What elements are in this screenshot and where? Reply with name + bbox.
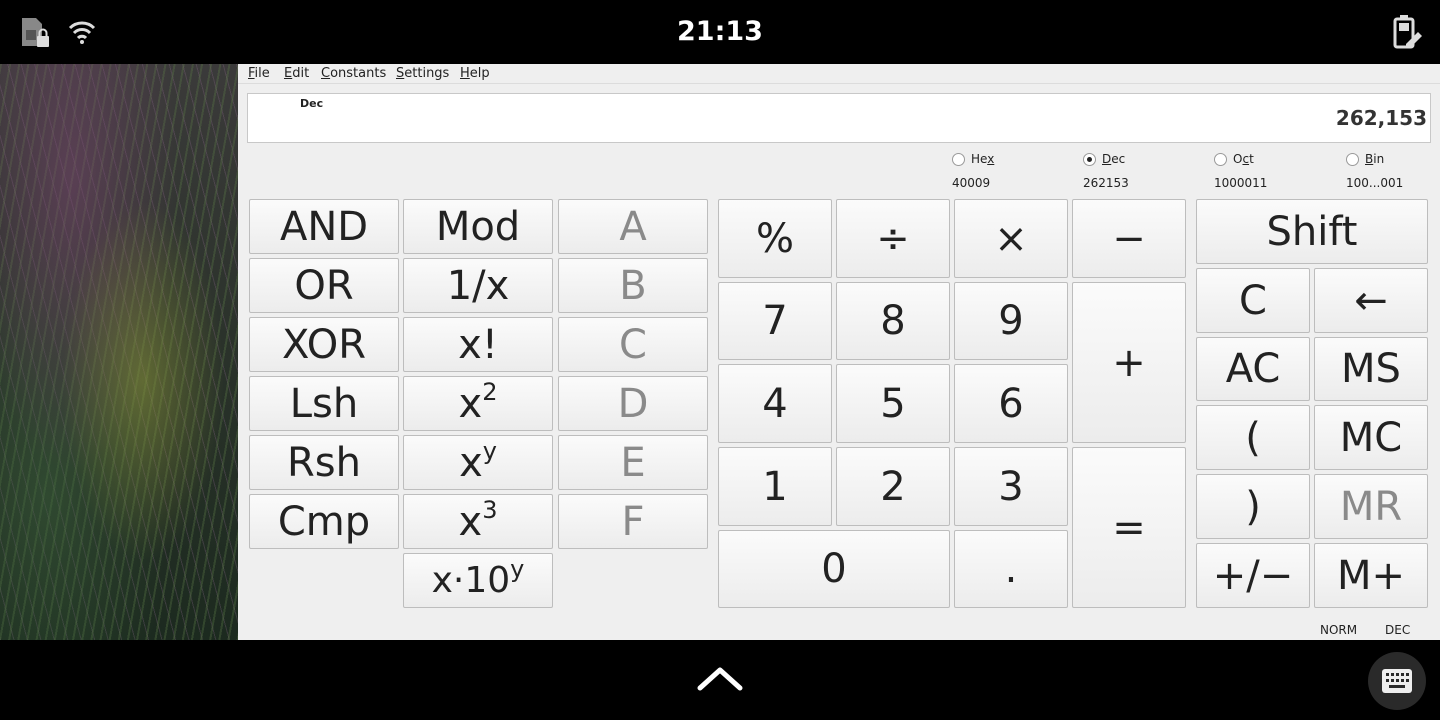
digit-9-button[interactable]: 9 bbox=[954, 282, 1068, 360]
hex-f-button[interactable]: F bbox=[558, 494, 708, 549]
lsh-button[interactable]: Lsh bbox=[249, 376, 399, 431]
all-clear-button[interactable]: AC bbox=[1196, 337, 1310, 401]
status-base-mode: DEC bbox=[1385, 623, 1411, 637]
multiply-button[interactable]: × bbox=[954, 199, 1068, 278]
display-mode-label: Dec bbox=[300, 97, 324, 110]
oct-value: 1000011 bbox=[1214, 176, 1268, 190]
memory-clear-button[interactable]: MC bbox=[1314, 405, 1428, 470]
wallpaper bbox=[0, 64, 238, 640]
open-paren-button[interactable]: ( bbox=[1196, 405, 1310, 470]
square-button[interactable]: x2 bbox=[403, 376, 553, 431]
minus-button[interactable]: − bbox=[1072, 199, 1186, 278]
menubar: File Edit Constants Settings Help bbox=[238, 64, 1440, 84]
calculator-window: File Edit Constants Settings Help Dec 26… bbox=[238, 64, 1440, 640]
digit-6-button[interactable]: 6 bbox=[954, 364, 1068, 443]
memory-recall-button[interactable]: MR bbox=[1314, 474, 1428, 539]
radio-hex[interactable] bbox=[952, 152, 965, 166]
decimal-point-button[interactable]: . bbox=[954, 530, 1068, 608]
menu-help[interactable]: Help bbox=[460, 66, 490, 81]
status-bar: 21:13 bbox=[0, 0, 1440, 64]
xor-button[interactable]: XOR bbox=[249, 317, 399, 372]
scientific-notation-button[interactable]: x·10 y bbox=[403, 553, 553, 608]
radio-dec-label: Dec bbox=[1102, 152, 1126, 166]
radio-bin-label: Bin bbox=[1365, 152, 1385, 166]
menu-edit[interactable]: Edit bbox=[284, 66, 309, 81]
digit-3-button[interactable]: 3 bbox=[954, 447, 1068, 526]
rsh-button[interactable]: Rsh bbox=[249, 435, 399, 490]
base-hex[interactable]: Hex 40009 bbox=[952, 152, 994, 190]
equals-button[interactable]: = bbox=[1072, 447, 1186, 608]
radio-oct-label: Oct bbox=[1233, 152, 1254, 166]
clear-button[interactable]: C bbox=[1196, 268, 1310, 333]
and-button[interactable]: AND bbox=[249, 199, 399, 254]
chevron-up-icon[interactable] bbox=[696, 664, 744, 692]
status-angle-mode: NORM bbox=[1320, 623, 1358, 637]
hex-e-button[interactable]: E bbox=[558, 435, 708, 490]
hex-b-button[interactable]: B bbox=[558, 258, 708, 313]
cube-button[interactable]: x3 bbox=[403, 494, 553, 549]
percent-button[interactable]: % bbox=[718, 199, 832, 278]
negate-button[interactable]: +/− bbox=[1196, 543, 1310, 608]
base-oct[interactable]: Oct 1000011 bbox=[1214, 152, 1267, 190]
digit-5-button[interactable]: 5 bbox=[836, 364, 950, 443]
base-dec[interactable]: Dec 262153 bbox=[1083, 152, 1129, 190]
hex-d-button[interactable]: D bbox=[558, 376, 708, 431]
mod-button[interactable]: Mod bbox=[403, 199, 553, 254]
menu-settings[interactable]: Settings bbox=[396, 66, 449, 81]
reciprocal-button[interactable]: 1/x bbox=[403, 258, 553, 313]
memory-store-button[interactable]: MS bbox=[1314, 337, 1428, 401]
bin-value: 100...001 bbox=[1346, 176, 1404, 190]
digit-0-button[interactable]: 0 bbox=[718, 530, 950, 608]
radio-bin[interactable] bbox=[1346, 152, 1359, 166]
cmp-button[interactable]: Cmp bbox=[249, 494, 399, 549]
menu-file[interactable]: File bbox=[248, 66, 270, 81]
radio-dec[interactable] bbox=[1083, 152, 1096, 166]
power-button[interactable]: xy bbox=[403, 435, 553, 490]
hex-c-button[interactable]: C bbox=[558, 317, 708, 372]
digit-2-button[interactable]: 2 bbox=[836, 447, 950, 526]
digit-8-button[interactable]: 8 bbox=[836, 282, 950, 360]
keyboard-icon bbox=[1382, 669, 1412, 693]
radio-hex-label: Hex bbox=[971, 152, 995, 166]
radio-oct[interactable] bbox=[1214, 152, 1227, 166]
display-value: 262,153 bbox=[1335, 106, 1427, 130]
divide-button[interactable]: ÷ bbox=[836, 199, 950, 278]
memory-add-button[interactable]: M+ bbox=[1314, 543, 1428, 608]
factorial-button[interactable]: x! bbox=[403, 317, 553, 372]
hex-a-button[interactable]: A bbox=[558, 199, 708, 254]
plus-button[interactable]: + bbox=[1072, 282, 1186, 443]
dec-value: 262153 bbox=[1083, 176, 1129, 190]
backspace-button[interactable]: ← bbox=[1314, 268, 1428, 333]
menu-constants[interactable]: Constants bbox=[321, 66, 386, 81]
battery-edit-icon bbox=[1393, 15, 1422, 49]
digit-7-button[interactable]: 7 bbox=[718, 282, 832, 360]
shift-button[interactable]: Shift bbox=[1196, 199, 1428, 264]
close-paren-button[interactable]: ) bbox=[1196, 474, 1310, 539]
base-bin[interactable]: Bin 100...001 bbox=[1346, 152, 1403, 190]
navigation-bar bbox=[0, 640, 1440, 720]
keyboard-toggle-button[interactable] bbox=[1368, 652, 1426, 710]
result-display: Dec 262,153 bbox=[247, 93, 1431, 143]
or-button[interactable]: OR bbox=[249, 258, 399, 313]
digit-1-button[interactable]: 1 bbox=[718, 447, 832, 526]
hex-value: 40009 bbox=[952, 176, 991, 190]
clock: 21:13 bbox=[677, 16, 763, 47]
digit-4-button[interactable]: 4 bbox=[718, 364, 832, 443]
